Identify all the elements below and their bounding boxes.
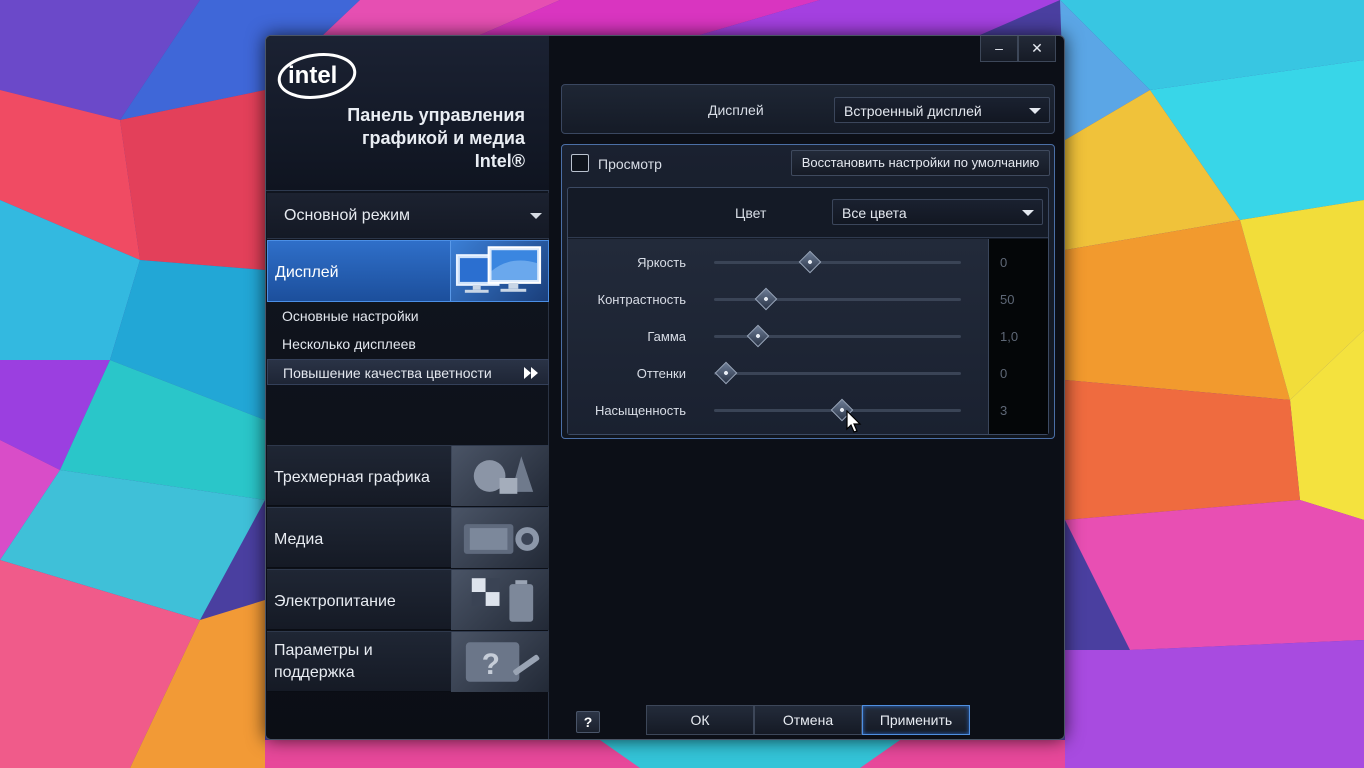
- mode-dropdown-label: Основной режим: [284, 207, 411, 224]
- preview-label: Просмотр: [598, 156, 662, 172]
- subitem-label: Несколько дисплеев: [282, 336, 416, 352]
- mouse-cursor-icon: [846, 410, 862, 433]
- video-camera-icon: [451, 508, 549, 568]
- color-dropdown[interactable]: Все цвета: [832, 199, 1043, 225]
- sidebar-item-label: Электропитание: [274, 593, 396, 610]
- sidebar-item-display-label: Дисплей: [275, 264, 339, 281]
- app-title: Панель управления графикой и медиа Intel…: [295, 104, 525, 173]
- cancel-button[interactable]: Отмена: [754, 705, 862, 735]
- preview-checkbox[interactable]: [571, 154, 589, 172]
- sidebar: intel Панель управления графикой и медиа…: [266, 36, 549, 739]
- battery-icon: [451, 570, 549, 630]
- mode-dropdown[interactable]: Основной режим: [267, 193, 549, 239]
- display-selector-row: Дисплей Встроенный дисплей: [561, 84, 1055, 134]
- 3d-shapes-icon: [451, 446, 549, 506]
- saturation-label: Насыщенность: [594, 403, 686, 418]
- sidebar-item-label: Трехмерная графика: [274, 469, 430, 486]
- app-title-line-2: графикой и медиа: [361, 128, 525, 148]
- display-label: Дисплей: [708, 102, 764, 118]
- display-dropdown-value: Встроенный дисплей: [844, 103, 982, 119]
- sidebar-item-label: Медиа: [274, 531, 324, 548]
- brightness-value: 0: [1000, 255, 1008, 270]
- sidebar-item-power[interactable]: Электропитание: [267, 569, 549, 630]
- help-tools-icon: ?: [451, 632, 549, 692]
- hue-label: Оттенки: [636, 366, 686, 381]
- sidebar-subitem-color-enhancement[interactable]: Повышение качества цветности: [267, 359, 549, 385]
- subitem-label: Основные настройки: [282, 308, 419, 324]
- chevron-down-icon: [1022, 210, 1034, 216]
- saturation-slider[interactable]: [714, 398, 961, 422]
- apply-button[interactable]: Применить: [862, 705, 970, 735]
- help-button[interactable]: ?: [576, 711, 600, 733]
- sidebar-item-3d-graphics[interactable]: Трехмерная графика: [267, 445, 549, 506]
- hue-slider-thumb[interactable]: [715, 361, 738, 385]
- chevron-down-icon: [530, 213, 542, 219]
- ok-button[interactable]: ОК: [646, 705, 754, 735]
- sidebar-item-label: Параметры и поддержка: [274, 642, 373, 681]
- brightness-slider[interactable]: [714, 250, 961, 274]
- main-panel: Дисплей Встроенный дисплей Просмотр Восс…: [550, 36, 1064, 739]
- svg-text:?: ?: [482, 648, 500, 681]
- subitem-label: Повышение качества цветности: [283, 365, 492, 381]
- restore-defaults-button[interactable]: Восстановить настройки по умолчанию: [791, 150, 1050, 176]
- sliders-area: Яркость Контрастность Гамма Оттенки Насы…: [568, 239, 988, 434]
- sidebar-item-media[interactable]: Медиа: [267, 507, 549, 568]
- intel-logo: intel: [277, 53, 357, 99]
- gamma-slider[interactable]: [714, 324, 961, 348]
- display-dropdown[interactable]: Встроенный дисплей: [834, 97, 1050, 123]
- color-dropdown-value: Все цвета: [842, 205, 907, 221]
- color-selector-row: Цвет Все цвета: [568, 188, 1048, 238]
- gamma-label: Гамма: [647, 329, 686, 344]
- contrast-label: Контрастность: [597, 292, 687, 307]
- contrast-value: 50: [1000, 292, 1015, 307]
- brightness-slider-thumb[interactable]: [799, 250, 822, 274]
- logo-text: intel: [288, 62, 337, 89]
- intel-control-panel-window: intel Панель управления графикой и медиа…: [265, 35, 1065, 740]
- gamma-slider-thumb[interactable]: [747, 324, 770, 348]
- chevron-down-icon: [1029, 108, 1041, 114]
- color-adjustments: Цвет Все цвета Яркость Контрастность Гам…: [567, 187, 1049, 435]
- app-title-line-3: Intel®: [474, 151, 525, 171]
- monitors-icon: [450, 241, 548, 301]
- slider-values: 0 50 1,0 0 3: [988, 239, 1048, 434]
- gamma-value: 1,0: [1000, 329, 1019, 344]
- sidebar-item-display[interactable]: Дисплей: [267, 240, 549, 302]
- double-arrow-right-icon: [524, 367, 538, 379]
- sidebar-subitem-multiple-displays[interactable]: Несколько дисплеев: [267, 331, 549, 357]
- saturation-value: 3: [1000, 403, 1008, 418]
- sidebar-subitem-basic-settings[interactable]: Основные настройки: [267, 303, 549, 329]
- hue-value: 0: [1000, 366, 1008, 381]
- contrast-slider[interactable]: [714, 287, 961, 311]
- hue-slider[interactable]: [714, 361, 961, 385]
- color-settings-box: Просмотр Восстановить настройки по умолч…: [561, 144, 1055, 439]
- color-label: Цвет: [735, 205, 767, 221]
- sidebar-item-options-support[interactable]: Параметры и поддержка ?: [267, 631, 549, 692]
- contrast-slider-thumb[interactable]: [754, 287, 778, 311]
- logo-area: intel Панель управления графикой и медиа…: [266, 36, 549, 191]
- app-title-line-1: Панель управления: [347, 105, 525, 125]
- brightness-label: Яркость: [637, 255, 686, 270]
- dialog-buttons: ОК Отмена Применить: [646, 705, 972, 735]
